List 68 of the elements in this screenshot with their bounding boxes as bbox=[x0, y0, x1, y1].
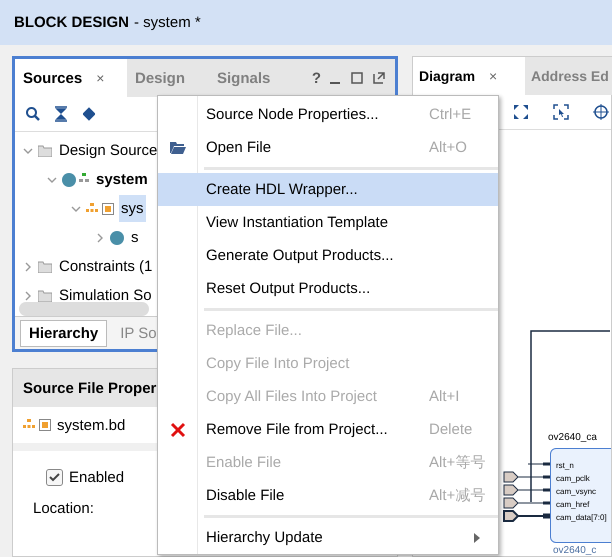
tree-item[interactable]: Simulation So bbox=[57, 282, 154, 302]
menu-item[interactable]: Remove File from Project... Delete bbox=[158, 413, 498, 446]
menu-item[interactable]: Hierarchy Update bbox=[158, 521, 498, 554]
fit-view-icon[interactable] bbox=[513, 104, 529, 120]
port-label: cam_pclk bbox=[556, 474, 591, 484]
panel-tab[interactable]: Sources × bbox=[15, 59, 127, 97]
block-title: ov2640_ca bbox=[548, 432, 597, 443]
menu-item[interactable]: Disable File Alt+减号 bbox=[158, 479, 498, 512]
tree-item[interactable]: sys bbox=[119, 195, 146, 222]
tree-item[interactable]: Design Source bbox=[57, 137, 160, 164]
field-label: Location: bbox=[33, 500, 94, 517]
tree-item[interactable]: Constraints (1 bbox=[57, 253, 154, 280]
circle-icon bbox=[110, 230, 124, 244]
editor-tab[interactable]: Diagram × bbox=[413, 57, 525, 95]
expand-all-icon[interactable] bbox=[81, 106, 97, 122]
check-icon bbox=[49, 473, 60, 482]
bottom-tab[interactable]: Hierarchy bbox=[20, 320, 108, 346]
collapse-chevron-icon[interactable] bbox=[95, 232, 105, 242]
panel-title: Source File Proper bbox=[23, 380, 156, 396]
shortcut-label: Delete bbox=[429, 421, 472, 438]
tree-item[interactable]: s bbox=[129, 224, 140, 251]
ip-block[interactable]: rst_n cam_pclk cam_vsync cam_href cam_data[7:0] bbox=[550, 448, 611, 543]
search-icon[interactable] bbox=[25, 106, 41, 122]
folder-icon bbox=[38, 144, 52, 156]
page-title: BLOCK DESIGN bbox=[14, 14, 130, 31]
shortcut-label: Alt+O bbox=[429, 139, 467, 156]
expand-chevron-icon[interactable] bbox=[71, 204, 81, 214]
float-icon[interactable] bbox=[371, 70, 387, 86]
help-icon[interactable]: ? bbox=[312, 70, 321, 86]
hierarchy-icon bbox=[86, 202, 98, 212]
menu-item[interactable]: Create HDL Wrapper... bbox=[158, 173, 498, 206]
block-icon bbox=[39, 419, 51, 431]
maximize-icon[interactable] bbox=[349, 70, 365, 86]
checkbox-label: Enabled bbox=[69, 469, 124, 486]
port-label: rst_n bbox=[556, 461, 575, 471]
port-label: cam_data[7:0] bbox=[556, 513, 608, 523]
select-area-icon[interactable] bbox=[553, 104, 569, 120]
file-name: system.bd bbox=[57, 416, 126, 434]
enabled-checkbox[interactable] bbox=[46, 469, 63, 486]
expand-chevron-icon[interactable] bbox=[47, 174, 57, 184]
design-name: - system * bbox=[134, 14, 201, 31]
port-label: cam_href bbox=[556, 500, 590, 510]
menu-item[interactable]: View Instantiation Template bbox=[158, 206, 498, 239]
close-icon[interactable]: × bbox=[489, 68, 498, 84]
hierarchy-icon bbox=[79, 172, 89, 182]
close-icon[interactable]: × bbox=[96, 70, 104, 86]
collapse-chevron-icon[interactable] bbox=[23, 290, 33, 300]
block-name: ov2640_c bbox=[553, 545, 596, 556]
shortcut-label: Alt+减号 bbox=[429, 486, 486, 505]
collapse-chevron-icon[interactable] bbox=[23, 262, 33, 272]
target-icon[interactable] bbox=[593, 104, 609, 120]
block-icon bbox=[102, 202, 114, 214]
expand-chevron-icon[interactable] bbox=[23, 146, 33, 156]
port-label: cam_vsync bbox=[556, 487, 598, 497]
folder-icon bbox=[38, 260, 52, 272]
shortcut-label: Alt+I bbox=[429, 388, 460, 405]
menu-item[interactable]: Reset Output Products... bbox=[158, 272, 498, 305]
close-icon bbox=[170, 422, 186, 438]
circle-icon bbox=[62, 172, 76, 186]
folder-icon bbox=[170, 141, 186, 154]
menu-item[interactable]: Generate Output Products... bbox=[158, 239, 498, 272]
shortcut-label: Ctrl+E bbox=[429, 106, 472, 123]
menu-item[interactable]: Open File Alt+O bbox=[158, 131, 498, 164]
collapse-all-icon[interactable] bbox=[53, 106, 69, 122]
menu-item[interactable]: Source Node Properties... Ctrl+E bbox=[158, 98, 498, 131]
tree-item[interactable]: system bbox=[94, 166, 150, 193]
shortcut-label: Alt+等号 bbox=[429, 453, 486, 472]
hierarchy-icon bbox=[23, 419, 35, 429]
